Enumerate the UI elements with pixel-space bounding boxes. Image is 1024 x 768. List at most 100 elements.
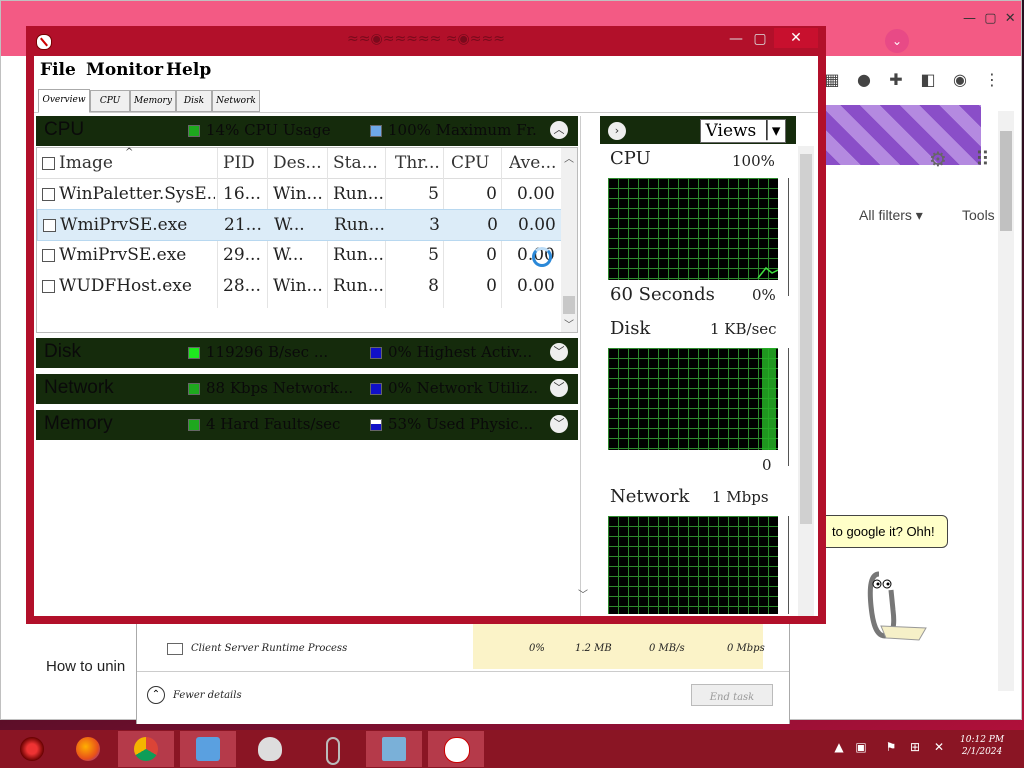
disk-activity-indicator [370, 347, 382, 359]
tab-bar: Overview CPU Memory Disk Network [34, 86, 818, 113]
table-row-selected[interactable]: WmiPrvSE.exe 21... W... Run... 3 0 0.00 [37, 209, 563, 241]
volume-muted-icon[interactable]: ✕ [932, 740, 946, 754]
tab-disk[interactable]: Disk [176, 90, 212, 112]
more-menu-icon[interactable]: ⋮ [983, 71, 1001, 89]
flag-icon[interactable]: ⚑ [884, 740, 898, 754]
network-icon[interactable]: ⊞ [908, 740, 922, 754]
apps-grid-icon[interactable]: ⠿ [975, 147, 990, 171]
resource-monitor-window: ≈≈◉≈≈≈≈≈ ≈◉≈≈≈ — ▢ ✕ File Monitor Help O… [26, 26, 826, 624]
row-checkbox[interactable] [42, 188, 55, 201]
process-network: 0 Mbps [727, 643, 765, 654]
task-manager-footer: ⌃ Fewer details End task [137, 671, 789, 724]
collapse-icon[interactable]: ⌃ [147, 686, 165, 704]
cell-average-cpu: 0.00 [517, 276, 555, 296]
chevron-down-icon[interactable]: ﹀ [550, 343, 568, 361]
clippy-assistant-icon[interactable] [841, 566, 931, 651]
table-scrollbar-thumb[interactable] [563, 296, 575, 314]
device-icon[interactable]: ▣ [854, 740, 868, 754]
cpu-graph-min: 0% [752, 286, 776, 304]
network-utilization-indicator [370, 383, 382, 395]
taskbar-control-panel[interactable] [180, 731, 236, 767]
cpu-section-header[interactable]: CPU 14% CPU Usage 100% Maximum Fr... ︿ [36, 116, 578, 146]
extensions-icon[interactable]: ✚ [887, 71, 905, 89]
cell-threads: 5 [428, 184, 439, 204]
browser-profile-badge[interactable]: ⌄ [885, 29, 909, 53]
col-cpu[interactable]: CPU [451, 148, 501, 178]
search-result-title[interactable]: How to unin [46, 658, 125, 675]
taskbar-resource-monitor[interactable] [366, 731, 422, 767]
maximize-icon[interactable]: ▢ [750, 29, 770, 49]
table-row[interactable]: Client Server Runtime Process 0% 1.2 MB … [137, 637, 767, 663]
tab-memory[interactable]: Memory [130, 90, 176, 112]
col-pid[interactable]: PID [223, 148, 267, 178]
cpu-usage-text: 14% CPU Usage [206, 121, 331, 139]
process-table: Image ^ PID Des... Sta... Thr... CPU Ave… [36, 147, 578, 333]
settings-gear-icon[interactable]: ⚙ [929, 147, 947, 171]
start-button[interactable] [4, 731, 60, 767]
tab-network[interactable]: Network [212, 90, 260, 112]
col-threads[interactable]: Thr... [395, 148, 441, 178]
scroll-down-icon[interactable]: ﹀ [564, 316, 574, 331]
network-graph-max: 1 Mbps [712, 488, 769, 506]
col-status[interactable]: Sta... [333, 148, 385, 178]
memory-section-header[interactable]: Memory 4 Hard Faults/sec 53% Used Physic… [36, 410, 578, 440]
network-section-header[interactable]: Network 88 Kbps Network... 0% Network Ut… [36, 374, 578, 404]
show-hidden-icons-icon[interactable]: ▲ [832, 740, 846, 754]
browser-scrollbar-thumb[interactable] [1000, 131, 1012, 231]
fewer-details-link[interactable]: Fewer details [173, 690, 242, 701]
menu-monitor[interactable]: Monitor [86, 60, 163, 80]
sidebar-icon[interactable]: ◧ [919, 71, 937, 89]
minimize-icon[interactable]: — [726, 29, 746, 49]
end-task-button[interactable]: End task [691, 684, 773, 706]
network-utilization-text: 0% Network Utiliz... [388, 379, 538, 397]
collapse-graphs-icon[interactable]: › [608, 122, 626, 140]
disk-io-indicator [188, 347, 200, 359]
col-image[interactable]: Image [59, 148, 209, 178]
graphs-scrollbar-thumb[interactable] [800, 154, 812, 524]
tab-cpu[interactable]: CPU [90, 90, 130, 112]
row-checkbox[interactable] [42, 249, 55, 262]
taskbar-task-manager[interactable] [428, 731, 484, 767]
browser-window-controls[interactable]: — ▢ ✕ [963, 11, 1016, 26]
paperclip-icon [326, 737, 340, 765]
disk-activity-bar [762, 348, 776, 450]
cell-pid: 29... [223, 245, 261, 265]
profile-icon[interactable]: ◉ [951, 71, 969, 89]
tools-button[interactable]: Tools [962, 207, 995, 223]
scroll-up-icon[interactable]: ︿ [564, 150, 574, 165]
select-all-checkbox[interactable] [42, 157, 55, 170]
col-description[interactable]: Des... [273, 148, 331, 178]
globe-icon[interactable]: ● [855, 71, 873, 89]
cell-status: Run... [333, 245, 383, 265]
taskbar-firefox[interactable] [60, 731, 116, 767]
col-average-cpu[interactable]: Ave... [509, 148, 559, 178]
table-row[interactable]: WUDFHost.exe 28... Win... Run... 8 0 0.0… [37, 271, 561, 301]
row-checkbox[interactable] [42, 280, 55, 293]
network-io-text: 88 Kbps Network... [206, 379, 354, 397]
cpu-graph-timespan: 60 Seconds [610, 284, 715, 305]
menu-file[interactable]: File [40, 60, 76, 80]
taskbar-chrome[interactable] [118, 731, 174, 767]
chevron-up-icon[interactable]: ︿ [550, 121, 568, 139]
panel-scroll-down-icon[interactable]: ﹀ [578, 586, 588, 601]
resmon-client-area: File Monitor Help Overview CPU Memory Di… [34, 56, 818, 616]
process-cpu: 0% [529, 643, 545, 654]
taskbar-clippy[interactable] [304, 731, 360, 767]
row-checkbox[interactable] [43, 219, 56, 232]
cell-pid: 21... [224, 215, 262, 235]
chevron-down-icon[interactable]: ﹀ [550, 415, 568, 433]
close-button[interactable]: ✕ [774, 28, 818, 48]
disk-graph-max: 1 KB/sec [710, 320, 777, 338]
table-row[interactable]: WinPaletter.SysE... 16... Win... Run... … [37, 179, 561, 209]
table-row[interactable]: WmiPrvSE.exe 29... W... Run... 5 0 0.00 [37, 240, 561, 270]
menu-help[interactable]: Help [166, 60, 211, 80]
table-scrollbar[interactable]: ︿ ﹀ [561, 148, 577, 332]
tab-overview[interactable]: Overview [38, 89, 90, 113]
taskbar-mouse[interactable] [242, 731, 298, 767]
chevron-down-icon[interactable]: ﹀ [550, 379, 568, 397]
clock[interactable]: 10:12 PM 2/1/2024 [960, 734, 1004, 758]
disk-section-header[interactable]: Disk 119296 B/sec ... 0% Highest Activ..… [36, 338, 578, 368]
graph-bracket [786, 348, 789, 466]
views-dropdown[interactable]: Views │▾ [700, 119, 786, 143]
all-filters-dropdown[interactable]: All filters ▾ [859, 207, 923, 224]
